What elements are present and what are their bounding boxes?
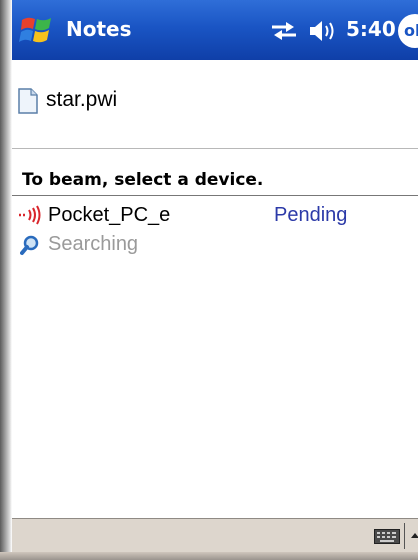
document-icon: [18, 88, 38, 114]
section-divider: [12, 148, 418, 149]
file-name: star.pwi: [46, 88, 118, 111]
windows-flag-icon[interactable]: [18, 12, 56, 50]
input-separator: [404, 523, 405, 549]
speaker-icon[interactable]: [308, 18, 338, 44]
up-arrow-icon[interactable]: [410, 531, 418, 541]
ok-button[interactable]: ok: [398, 14, 418, 48]
clock[interactable]: 5:40: [346, 17, 396, 41]
device-frame-left: [0, 0, 12, 560]
heading-divider: [12, 195, 418, 196]
keyboard-icon[interactable]: [374, 529, 400, 544]
searching-indicator: Searching: [12, 230, 312, 260]
menu-bar: [12, 518, 418, 552]
device-list-item[interactable]: Pocket_PC_e Pending: [12, 200, 418, 230]
connectivity-icon[interactable]: [270, 20, 298, 42]
magnifier-icon: [20, 235, 39, 255]
beam-heading: To beam, select a device.: [22, 170, 264, 190]
device-name: Pocket_PC_e: [48, 204, 171, 226]
infrared-icon: [19, 205, 41, 225]
navigation-bar: Notes 5:40 ok: [12, 0, 418, 60]
app-title: Notes: [66, 17, 132, 41]
device-status: Pending: [274, 204, 348, 226]
searching-label: Searching: [48, 233, 139, 255]
device-frame-bottom: [0, 552, 418, 560]
